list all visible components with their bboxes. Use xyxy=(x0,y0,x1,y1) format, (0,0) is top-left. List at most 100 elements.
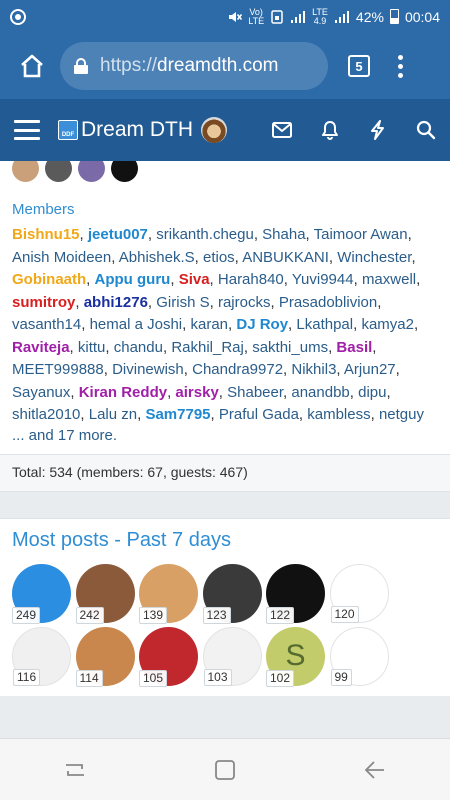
hamburger-menu-icon[interactable] xyxy=(14,120,40,140)
staff-avatar[interactable] xyxy=(111,161,138,182)
site-logo[interactable]: DDF xyxy=(58,120,78,140)
post-count-badge: 114 xyxy=(75,669,103,687)
member-link[interactable]: anandbb xyxy=(291,384,349,401)
member-link[interactable]: Girish S xyxy=(156,294,209,311)
member-link[interactable]: sumitroy xyxy=(12,294,75,311)
alerts-button[interactable] xyxy=(320,120,340,140)
member-link[interactable]: DJ Roy xyxy=(236,316,288,333)
member-list: Bishnu15, jeetu007, srikanth.chegu, Shah… xyxy=(12,226,424,423)
member-link[interactable]: maxwell xyxy=(362,271,416,288)
member-link[interactable]: abhi1276 xyxy=(84,294,148,311)
india-flag-avatar[interactable]: 123 xyxy=(202,563,262,624)
member-link[interactable]: jeetu007 xyxy=(88,226,148,243)
member-link[interactable]: Siva xyxy=(179,271,210,288)
site-title[interactable]: Dream DTH xyxy=(81,118,193,142)
member-link[interactable]: chandu xyxy=(114,339,163,356)
pokemon-trainer-avatar[interactable]: 99 xyxy=(329,626,389,686)
ddf-logo-avatar[interactable]: 249 xyxy=(12,563,71,624)
man-photo-avatar[interactable]: 242 xyxy=(75,563,135,624)
whats-new-button[interactable] xyxy=(368,120,388,140)
home-button[interactable] xyxy=(12,46,52,86)
member-link[interactable]: Sayanux xyxy=(12,384,70,401)
overflow-menu-button[interactable] xyxy=(398,54,403,78)
member-link[interactable]: Harah840 xyxy=(218,271,284,288)
member-link[interactable]: MEET999888 xyxy=(12,361,104,378)
member-link[interactable]: Yuvi9944 xyxy=(292,271,354,288)
recent-apps-button[interactable] xyxy=(60,755,90,785)
staff-avatar[interactable] xyxy=(45,161,72,182)
member-link[interactable]: kambless xyxy=(307,406,370,423)
member-link[interactable]: Taimoor Awan xyxy=(314,226,408,243)
member-link[interactable]: Raviteja xyxy=(12,339,70,356)
volte-indicator: Vo) LTE xyxy=(248,6,265,26)
saint-photo-avatar[interactable]: 139 xyxy=(139,563,198,624)
member-link[interactable]: kamya2 xyxy=(361,316,414,333)
member-link[interactable]: Basil xyxy=(336,339,372,356)
member-link[interactable]: sakthi_ums xyxy=(252,339,328,356)
member-link[interactable]: Anish Moideen xyxy=(12,249,111,266)
member-link[interactable]: Divinewish xyxy=(112,361,184,378)
member-link[interactable]: Sam7795 xyxy=(145,406,210,423)
puppy-avatar[interactable]: 114 xyxy=(75,626,135,687)
search-button[interactable] xyxy=(416,120,436,140)
member-link[interactable]: Arjun27 xyxy=(344,361,396,378)
member-link[interactable]: Shaha xyxy=(262,226,305,243)
post-count-badge: 242 xyxy=(75,606,104,624)
tab-switcher-button[interactable]: 5 xyxy=(348,55,370,77)
member-link[interactable]: vasanth14 xyxy=(12,316,81,333)
more-members-link[interactable]: ... and 17 more. xyxy=(0,427,450,454)
member-link[interactable]: hemal a Joshi xyxy=(90,316,183,333)
member-link[interactable]: dipu xyxy=(358,384,386,401)
member-link[interactable]: Gobinaath xyxy=(12,271,86,288)
user-avatar[interactable] xyxy=(201,117,228,143)
member-link[interactable]: Praful Gada xyxy=(219,406,299,423)
search-icon xyxy=(416,120,436,140)
member-link[interactable]: Chandra9972 xyxy=(192,361,283,378)
post-count-badge: 122 xyxy=(266,606,295,624)
most-posts-heading: Most posts - Past 7 days xyxy=(12,528,231,551)
page-content: Members Bishnu15, jeetu007, srikanth.che… xyxy=(0,161,450,738)
spiderman-avatar[interactable]: 105 xyxy=(139,626,198,687)
member-link[interactable]: Kiran Reddy xyxy=(79,384,167,401)
member-link[interactable]: Winchester xyxy=(337,249,411,266)
member-link[interactable]: Shabeer xyxy=(227,384,283,401)
home-icon xyxy=(21,54,43,78)
member-link[interactable]: kittu xyxy=(78,339,106,356)
recent-apps-icon xyxy=(66,763,84,776)
member-link[interactable]: etios xyxy=(203,249,235,266)
back-arrow-icon xyxy=(364,760,384,779)
member-link[interactable]: Rakhil_Raj xyxy=(171,339,244,356)
home-nav-button[interactable] xyxy=(210,755,240,785)
member-link[interactable]: Prasadoblivion xyxy=(279,294,377,311)
post-count-badge: 120 xyxy=(330,605,359,623)
online-now-block: Members Bishnu15, jeetu007, srikanth.che… xyxy=(0,161,450,492)
member-link[interactable]: rajrocks xyxy=(218,294,271,311)
member-link[interactable]: Lalu zn xyxy=(89,406,137,423)
biohazard-avatar[interactable]: 122 xyxy=(266,563,325,624)
member-link[interactable]: srikanth.chegu xyxy=(156,226,254,243)
member-link[interactable]: shitla2010 xyxy=(12,406,80,423)
member-link[interactable]: Nikhil3 xyxy=(291,361,336,378)
member-link[interactable]: Appu guru xyxy=(95,271,171,288)
inbox-button[interactable] xyxy=(272,120,292,140)
staff-avatar[interactable] xyxy=(12,161,39,182)
member-link[interactable]: Lkathpal xyxy=(296,316,353,333)
member-link[interactable]: ANBUKKANI xyxy=(242,249,329,266)
member-link[interactable]: karan xyxy=(190,316,228,333)
address-bar[interactable]: https://dreamdth.com xyxy=(60,42,328,90)
home-square-icon xyxy=(215,759,235,780)
member-link[interactable]: netguy xyxy=(379,406,424,423)
mute-icon xyxy=(229,11,243,22)
letter-s-avatar[interactable]: S 102 xyxy=(266,626,325,687)
post-count-badge: 116 xyxy=(13,668,41,686)
kung-fu-panda-avatar[interactable]: 103 xyxy=(202,626,262,686)
member-link[interactable]: Abhishek.S xyxy=(119,249,195,266)
cartoon-man-avatar[interactable]: 120 xyxy=(329,563,389,623)
member-link[interactable]: Bishnu15 xyxy=(12,226,80,243)
member-link[interactable]: airsky xyxy=(175,384,218,401)
post-count-badge: 249 xyxy=(12,606,41,624)
cartoon-doctor-avatar[interactable]: 116 xyxy=(12,626,71,686)
staff-avatar[interactable] xyxy=(78,161,105,182)
status-bar: Vo) LTE LTE 4.9 42% 00:04 xyxy=(0,0,450,33)
back-button[interactable] xyxy=(360,755,390,785)
